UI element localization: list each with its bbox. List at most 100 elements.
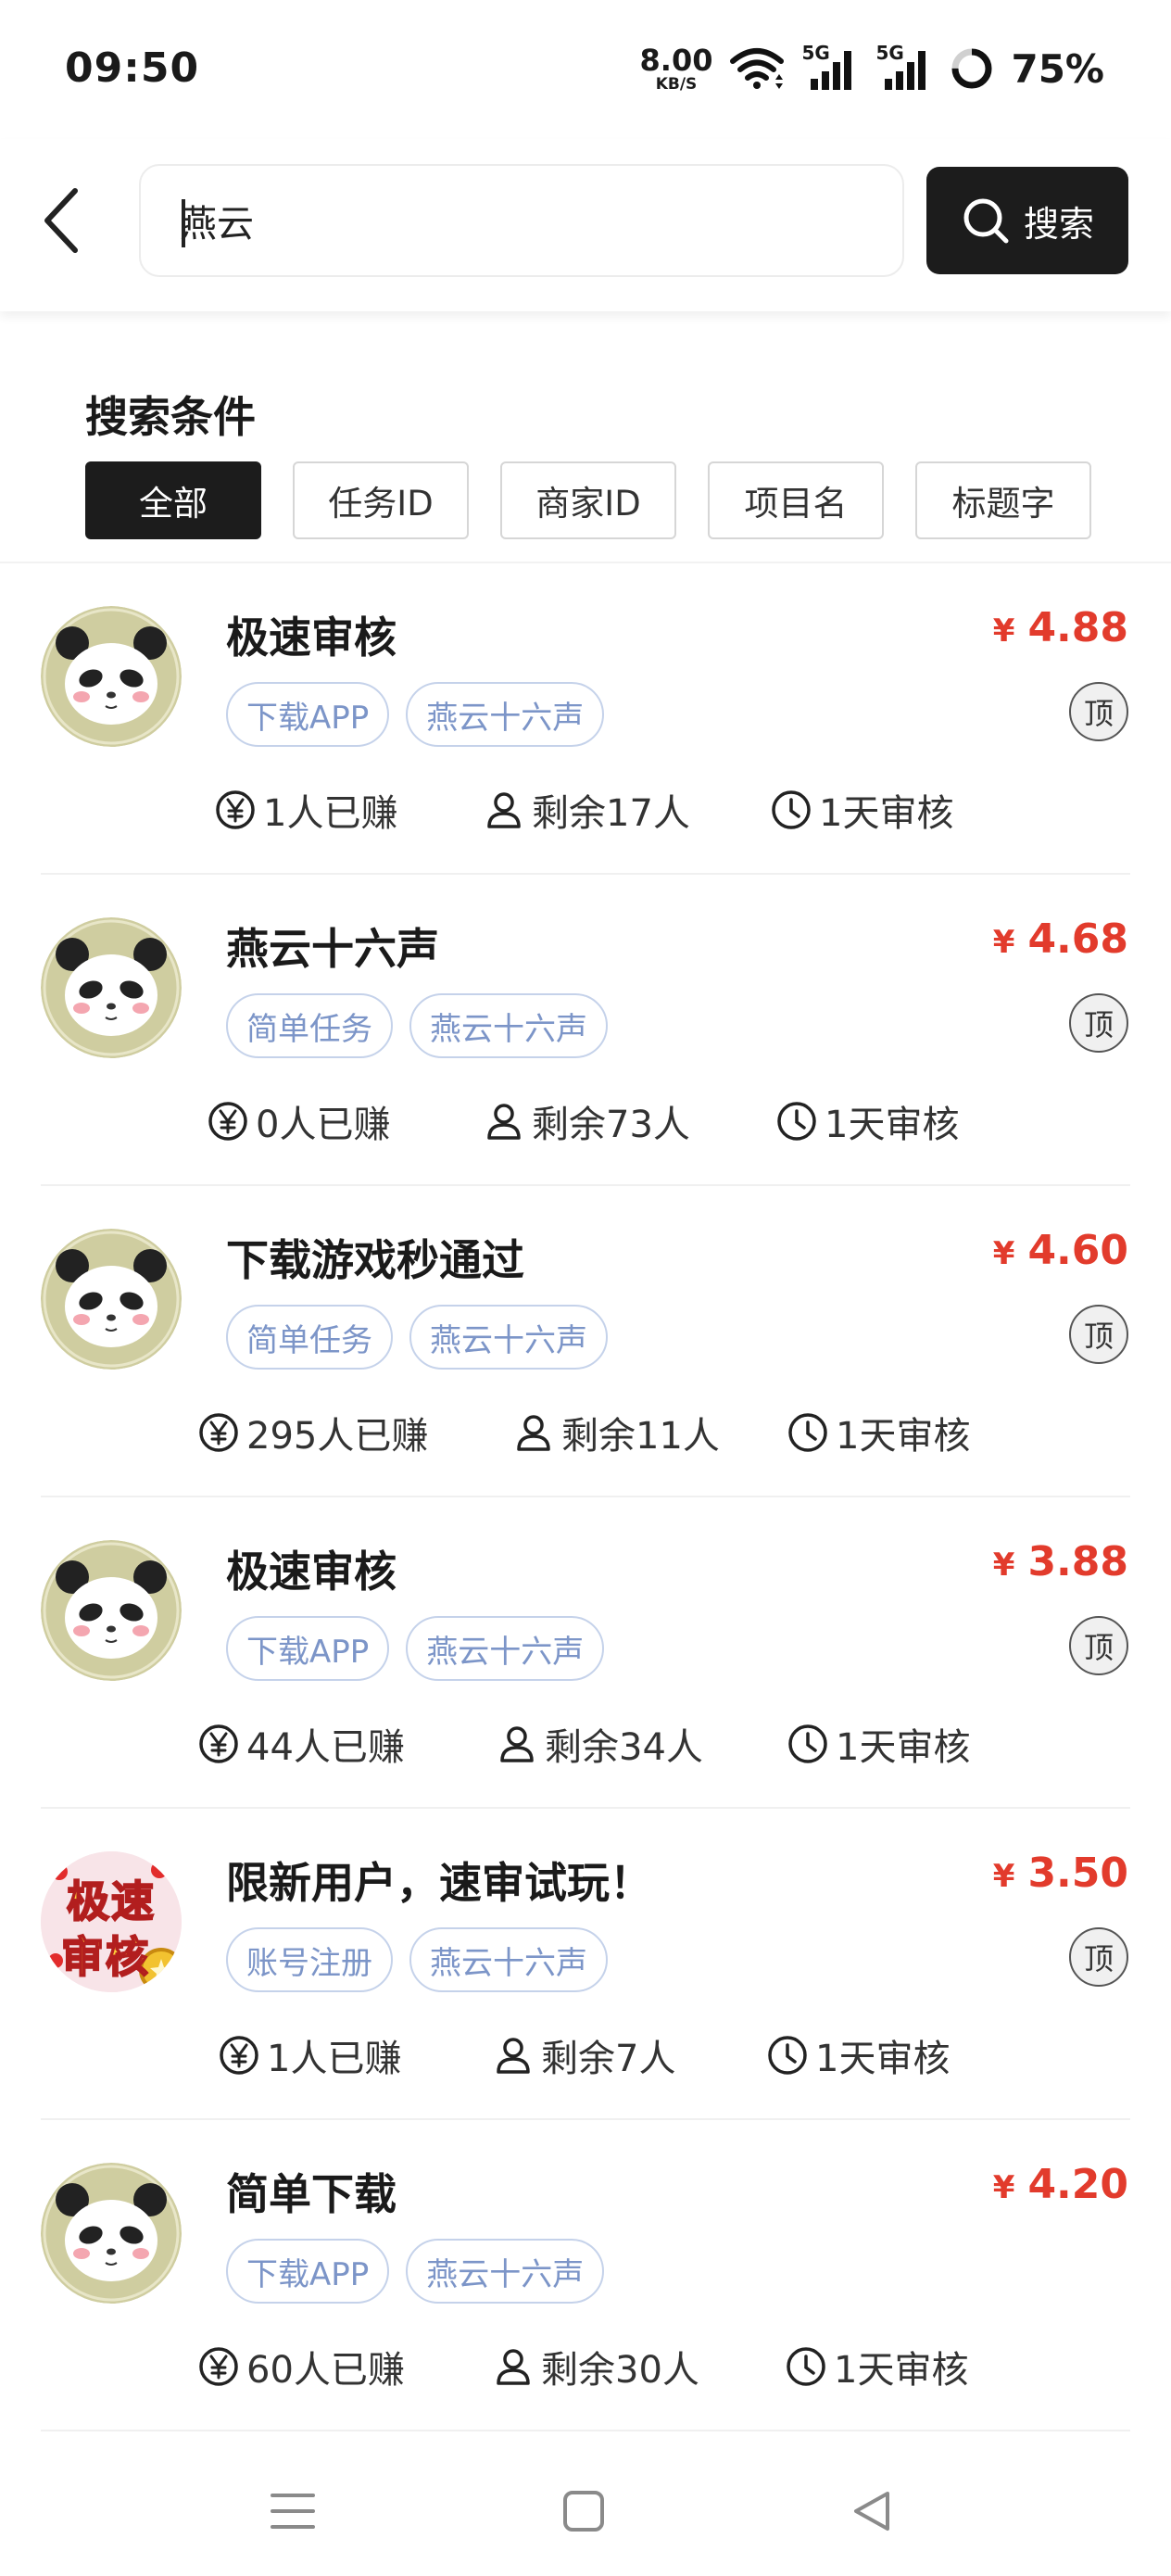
panda-avatar <box>41 1540 182 1681</box>
task-tags: 下载APP 燕云十六声 <box>226 1616 605 1681</box>
price-value: 4.68 <box>1027 915 1128 963</box>
stat-remaining: 剩余11人 <box>513 1397 720 1468</box>
nav-back-button[interactable] <box>825 2465 917 2557</box>
nav-menu-button[interactable] <box>246 2465 339 2557</box>
stat-review: 1天审核 <box>786 2331 968 2402</box>
stat-earned: 295人已赚 <box>198 1397 428 1468</box>
top-badge[interactable]: 顶 <box>1069 1616 1128 1675</box>
task-list: 极速审核 ¥ 4.88 顶 下载APP 燕云十六声 1人已赚 剩余17人 1天审… <box>0 563 1171 2431</box>
stat-earned: 60人已赚 <box>198 2331 405 2402</box>
network-speed-unit: KB/S <box>655 74 698 94</box>
panda-avatar <box>41 917 182 1058</box>
stat-review-text: 1天审核 <box>815 2038 951 2080</box>
back-triangle-icon <box>854 2492 889 2531</box>
wifi-icon <box>730 48 785 89</box>
task-tag: 燕云十六声 <box>406 1616 605 1681</box>
task-title: 限新用户，速审试玩！ <box>226 1858 652 1908</box>
stat-earned: 44人已赚 <box>198 1709 405 1779</box>
task-tag: 下载APP <box>226 1616 390 1681</box>
network-speed: 8.00 KB/S <box>640 45 713 93</box>
task-item[interactable]: 下载游戏秒通过 ¥ 4.60 顶 简单任务 燕云十六声 295人已赚 剩余11人 <box>0 1186 1171 1497</box>
yen-coin-icon <box>199 2347 238 2386</box>
yen-coin-icon <box>216 790 255 829</box>
menu-icon <box>271 2494 315 2529</box>
search-icon <box>963 198 1009 244</box>
task-tag: 下载APP <box>226 682 390 747</box>
person-icon <box>517 1415 550 1451</box>
task-price: ¥ 3.50 <box>993 1850 1128 1897</box>
task-price: ¥ 3.88 <box>993 1538 1128 1585</box>
stat-earned: 0人已赚 <box>208 1086 390 1156</box>
person-icon <box>497 2349 530 2385</box>
clock-icon <box>788 1413 827 1452</box>
yen-coin-icon <box>199 1413 238 1452</box>
top-badge[interactable]: 顶 <box>1069 1305 1128 1364</box>
chip-project-name[interactable]: 项目名 <box>708 461 884 539</box>
back-button[interactable] <box>28 176 93 265</box>
panda-icon <box>41 606 182 747</box>
chip-title-word[interactable]: 标题字 <box>915 461 1091 539</box>
chip-task-id[interactable]: 任务ID <box>293 461 469 539</box>
yen-coin-icon <box>208 1102 247 1141</box>
stat-remaining: 剩余30人 <box>493 2331 699 2402</box>
search-box[interactable] <box>139 164 904 277</box>
stat-remaining: 剩余7人 <box>493 2020 675 2090</box>
price-value: 3.88 <box>1027 1538 1128 1585</box>
task-title: 极速审核 <box>226 1547 397 1597</box>
stat-review-text: 1天审核 <box>819 792 954 835</box>
stat-review-text: 1天审核 <box>825 1104 960 1146</box>
panda-avatar <box>41 1229 182 1370</box>
task-title: 燕云十六声 <box>226 924 439 974</box>
task-title: 下载游戏秒通过 <box>226 1235 524 1285</box>
top-badge[interactable]: 顶 <box>1069 1927 1128 1987</box>
nav-home-button[interactable] <box>537 2465 630 2557</box>
task-tags: 账号注册 燕云十六声 <box>226 1927 608 1992</box>
stat-remaining-text: 剩余73人 <box>532 1104 690 1146</box>
price-value: 4.20 <box>1027 2161 1128 2208</box>
panda-avatar <box>41 2163 182 2304</box>
task-item[interactable]: 极速审核 ¥ 3.88 顶 下载APP 燕云十六声 44人已赚 剩余34人 1天… <box>0 1497 1171 1809</box>
task-tags: 简单任务 燕云十六声 <box>226 1305 608 1370</box>
task-tag: 燕云十六声 <box>409 1305 608 1370</box>
stat-remaining: 剩余34人 <box>497 1709 703 1779</box>
clock-icon <box>772 790 811 829</box>
task-tag: 下载APP <box>226 2239 390 2304</box>
chip-all[interactable]: 全部 <box>85 461 261 539</box>
stat-review-text: 1天审核 <box>836 1415 971 1458</box>
person-icon <box>497 2038 530 2074</box>
task-tag: 简单任务 <box>226 1305 393 1370</box>
task-price: ¥ 4.68 <box>993 915 1128 963</box>
chip-merchant-id[interactable]: 商家ID <box>500 461 676 539</box>
stat-remaining: 剩余73人 <box>484 1086 690 1156</box>
task-item[interactable]: 简单下载 ¥ 4.20 下载APP 燕云十六声 60人已赚 剩余30人 1天审核 <box>0 2120 1171 2431</box>
battery-ring-icon <box>951 48 992 89</box>
top-badge[interactable]: 顶 <box>1069 682 1128 741</box>
panda-icon <box>41 917 182 1058</box>
search-conditions: 搜索条件 全部 任务ID 商家ID 项目名 标题字 <box>0 311 1171 562</box>
stat-review: 1天审核 <box>771 775 953 845</box>
stat-earned-text: 44人已赚 <box>246 1726 405 1769</box>
task-item[interactable]: 极速 审核 限新用户，速审试玩！ ¥ 3.50 顶 账号注册 燕云十六声 1人已… <box>0 1809 1171 2120</box>
clock-icon <box>768 2036 807 2075</box>
search-button[interactable]: 搜索 <box>926 167 1128 274</box>
task-tag: 账号注册 <box>226 1927 393 1992</box>
stat-earned-text: 295人已赚 <box>246 1415 429 1458</box>
task-price: ¥ 4.88 <box>993 604 1128 651</box>
system-nav-bar <box>0 2446 1171 2576</box>
task-item[interactable]: 极速审核 ¥ 4.88 顶 下载APP 燕云十六声 1人已赚 剩余17人 1天审… <box>0 563 1171 875</box>
stat-earned-text: 0人已赚 <box>256 1104 391 1146</box>
person-icon <box>500 1726 534 1762</box>
task-item[interactable]: 燕云十六声 ¥ 4.68 顶 简单任务 燕云十六声 0人已赚 剩余73人 1天审… <box>0 875 1171 1186</box>
yen-coin-icon <box>220 2036 258 2075</box>
fast-review-avatar: 极速 审核 <box>41 1851 182 1992</box>
search-input[interactable] <box>141 166 902 275</box>
stat-review-text: 1天审核 <box>834 2349 969 2392</box>
task-tags: 简单任务 燕云十六声 <box>226 993 608 1058</box>
currency-symbol: ¥ <box>992 2169 1015 2206</box>
signal-bars-icon <box>811 51 852 90</box>
top-badge[interactable]: 顶 <box>1069 993 1128 1053</box>
panda-icon <box>41 1540 182 1681</box>
stat-remaining-text: 剩余17人 <box>532 792 690 835</box>
status-bar: 09:50 8.00 KB/S 5G 5G 75% <box>0 0 1171 139</box>
text-cursor <box>182 199 185 247</box>
